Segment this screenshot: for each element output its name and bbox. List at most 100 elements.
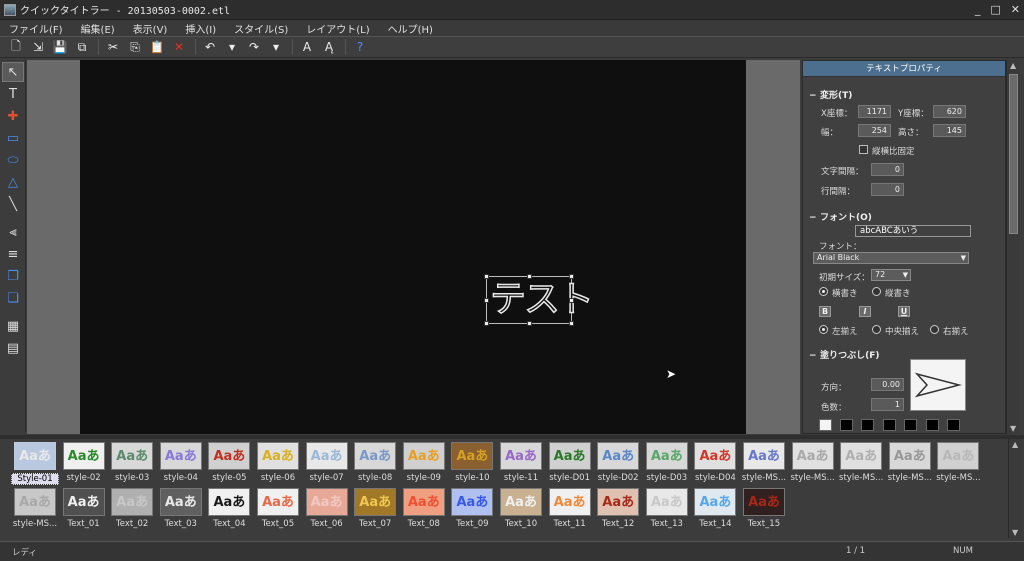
select-tool-icon[interactable]: ↖ [2,62,24,82]
redo-icon[interactable]: ↷ [244,38,264,56]
style-label[interactable]: style-MS... [11,519,59,529]
font-section-header[interactable]: − フォント(O) [809,210,872,223]
resize-handle-e[interactable] [569,298,574,303]
style-gallery-scrollbar[interactable]: ▲ ▼ [1008,439,1022,538]
style-thumbnail[interactable]: Aaあ [743,488,785,516]
menu-style[interactable]: スタイル(S) [225,21,297,36]
style-thumbnail[interactable]: Aaあ [548,488,591,516]
style-label[interactable]: style-MS... [886,473,934,483]
style-thumbnail[interactable]: Aaあ [500,442,542,470]
style-label[interactable]: style-10 [448,473,496,483]
style-label[interactable]: Text_06 [303,519,351,529]
style-thumbnail[interactable]: Aaあ [791,442,834,470]
style-thumbnail[interactable]: Aaあ [354,488,397,516]
style-label[interactable]: Text_01 [60,519,108,529]
delete-icon[interactable]: ✕ [169,38,189,56]
style-label[interactable]: Style-01 [11,473,59,485]
style-label[interactable]: Text_09 [448,519,496,529]
style-label[interactable]: Text_14 [691,519,739,529]
style-thumbnail[interactable]: Aaあ [14,488,56,516]
scroll-thumb[interactable] [1009,74,1018,234]
align-left-tool-icon[interactable]: ⫷ [2,222,24,242]
scroll-down-icon[interactable]: ▼ [1012,528,1018,537]
y-input[interactable]: 620 [933,105,966,118]
style-thumbnail[interactable]: Aaあ [597,442,640,470]
properties-scrollbar[interactable]: ▲ ▼ [1006,60,1020,434]
resize-handle-sw[interactable] [484,321,489,326]
char-spacing-input[interactable]: 0 [871,163,904,176]
style-thumbnail[interactable]: Aaあ [743,442,785,470]
help-icon[interactable]: ? [350,38,370,56]
crop-tool-icon[interactable]: ✚ [2,106,24,126]
style-thumbnail[interactable]: Aaあ [597,488,640,516]
style-label[interactable]: Text_11 [546,519,594,529]
maximize-icon[interactable]: □ [990,3,1000,16]
menu-file[interactable]: ファイル(F) [0,21,72,36]
style-label[interactable]: style-D01 [546,473,594,483]
copy-icon[interactable]: ⎘ [125,38,145,56]
transform-section-header[interactable]: − 変形(T) [809,88,852,101]
send-back-tool-icon[interactable]: ❏ [2,288,24,308]
fill-direction-preview[interactable] [910,359,966,411]
align-center-tool-icon[interactable]: ≡ [2,244,24,264]
style-label[interactable]: Text_02 [108,519,156,529]
style-thumbnail[interactable]: Aaあ [451,488,494,516]
open-icon[interactable]: ⇲ [28,38,48,56]
style-thumbnail[interactable]: Aaあ [208,442,251,470]
color-count-input[interactable]: 1 [871,398,904,411]
color-swatch[interactable] [840,419,853,431]
style-thumbnail[interactable]: Aaあ [159,488,202,516]
direction-input[interactable]: 0.00 [871,378,904,391]
color-swatch[interactable] [861,419,874,431]
collapse-icon[interactable]: − [809,213,817,223]
menu-edit[interactable]: 編集(E) [72,21,124,36]
resize-handle-s[interactable] [527,321,532,326]
color-swatch[interactable] [904,419,917,431]
style-label[interactable]: style-D02 [594,473,642,483]
style-label[interactable]: style-D04 [691,473,739,483]
style-label[interactable]: Text_13 [643,519,691,529]
scroll-up-icon[interactable]: ▲ [1012,440,1018,449]
style-thumbnail[interactable]: Aaあ [694,442,737,470]
menu-insert[interactable]: 挿入(I) [176,21,225,36]
collapse-icon[interactable]: − [809,351,817,361]
style-label[interactable]: style-04 [157,473,205,483]
color-swatch[interactable] [947,419,960,431]
style-label[interactable]: style-05 [205,473,253,483]
size-select[interactable]: 72 ▼ [871,269,911,281]
style-thumbnail[interactable]: Aaあ [257,442,299,470]
style-label[interactable]: style-06 [254,473,302,483]
grid-tool-icon[interactable]: ▦ [2,316,24,336]
style-label[interactable]: Text_04 [205,519,253,529]
font-select[interactable]: Arial Black ▼ [813,252,969,264]
collapse-icon[interactable]: − [809,91,817,101]
bold-button[interactable]: B [819,306,831,317]
style-thumbnail[interactable]: Aaあ [305,488,348,516]
style-thumbnail[interactable]: Aaあ [840,442,883,470]
menu-view[interactable]: 表示(V) [124,21,177,36]
line-tool-icon[interactable]: ╲ [2,194,24,214]
x-input[interactable]: 1171 [858,105,891,118]
vertical-radio[interactable] [872,287,881,296]
style-thumbnail[interactable]: Aaあ [14,442,56,470]
resize-handle-se[interactable] [569,321,574,326]
style-label[interactable]: style-09 [400,473,448,483]
style-thumbnail[interactable]: Aaあ [208,488,251,516]
rectangle-tool-icon[interactable]: ▭ [2,128,24,148]
underline-button[interactable]: U [898,306,910,317]
text-tool-icon[interactable]: T [2,84,24,104]
resize-handle-n[interactable] [527,274,532,279]
redo-dropdown-icon[interactable]: ▾ [266,38,286,56]
style-label[interactable]: style-07 [303,473,351,483]
text-object-selection[interactable]: テスト [484,274,595,326]
style-thumbnail[interactable]: Aaあ [548,442,591,470]
bring-front-tool-icon[interactable]: ❐ [2,266,24,286]
italic-button[interactable]: I [859,306,871,317]
title-canvas[interactable]: テスト ➤ [80,60,746,434]
style-thumbnail[interactable]: Aaあ [500,488,542,516]
style-label[interactable]: style-08 [351,473,399,483]
style-label[interactable]: style-MS... [934,473,982,483]
canvas-text[interactable]: テスト [489,277,595,323]
safe-area-tool-icon[interactable]: ▤ [2,338,24,358]
style-thumbnail[interactable]: Aaあ [402,442,445,470]
